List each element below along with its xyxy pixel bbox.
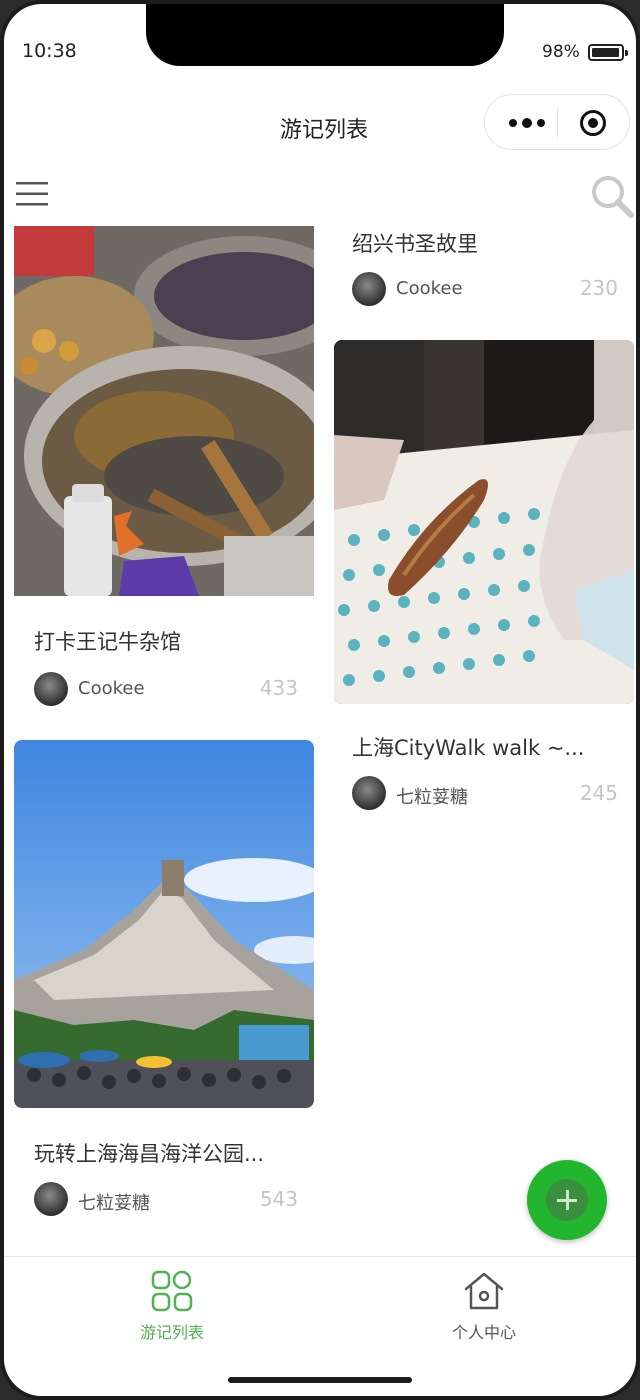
card-title: 上海CityWalk walk ~...: [352, 736, 585, 760]
home-indicator: [228, 1377, 412, 1383]
card-title: 玩转上海海昌海洋公园...: [34, 1142, 265, 1166]
tab-label: 游记列表: [139, 1323, 204, 1342]
capsule-divider: [557, 109, 558, 137]
author-avatar: [34, 672, 68, 706]
grid-icon: [151, 1270, 193, 1312]
author-name: 七粒荽糖: [396, 787, 468, 808]
card-cover-image: [14, 740, 314, 1108]
card-title: 打卡王记牛杂馆: [34, 630, 181, 654]
more-icon[interactable]: [503, 109, 551, 137]
author-name: Cookee: [78, 678, 145, 699]
battery-icon: [588, 44, 628, 61]
plus-icon: [546, 1179, 588, 1221]
card-view-count: 230: [579, 276, 618, 300]
add-post-button[interactable]: [527, 1160, 607, 1240]
menu-icon[interactable]: [14, 178, 50, 210]
travel-card[interactable]: 玩转上海海昌海洋公园... 七粒荽糖 543: [14, 740, 314, 1220]
card-cover-image: [14, 226, 314, 596]
mini-program-capsule: [484, 94, 630, 150]
home-icon: [464, 1272, 504, 1310]
card-view-count: 543: [259, 1187, 298, 1211]
status-time: 10:38: [22, 40, 77, 62]
author-avatar: [352, 272, 386, 306]
travel-card[interactable]: 打卡王记牛杂馆 Cookee 433: [14, 226, 314, 716]
card-view-count: 433: [259, 676, 298, 700]
tab-bar: 游记列表 个人中心: [4, 1256, 636, 1396]
author-avatar: [352, 776, 386, 810]
card-title: 绍兴书圣故里: [352, 232, 478, 256]
author-avatar: [34, 1182, 68, 1216]
close-miniprogram-icon[interactable]: [578, 108, 608, 138]
tab-profile[interactable]: 个人中心: [404, 1265, 564, 1345]
author-name: Cookee: [396, 278, 463, 299]
tab-travel-list[interactable]: 游记列表: [92, 1265, 252, 1345]
travel-card[interactable]: 上海CityWalk walk ~... 七粒荽糖 245: [334, 340, 634, 810]
travel-card[interactable]: 绍兴书圣故里 Cookee 230: [334, 226, 634, 316]
device-notch: [146, 4, 504, 66]
tab-label: 个人中心: [451, 1323, 516, 1342]
phone-screen: 10:38 98% 游记列表 打卡王记牛杂馆 Cookee 433 绍兴书圣故里…: [0, 0, 640, 1400]
battery-percent: 98%: [542, 42, 580, 62]
card-view-count: 245: [579, 781, 618, 805]
author-name: 七粒荽糖: [78, 1193, 150, 1214]
search-icon[interactable]: [588, 172, 636, 220]
card-cover-image: [334, 340, 634, 704]
